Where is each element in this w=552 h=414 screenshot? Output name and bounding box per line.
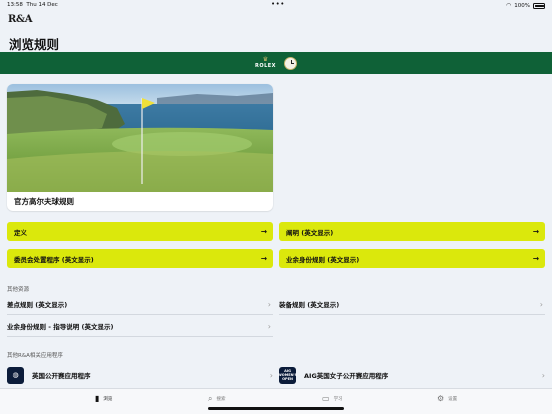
arrow-right-icon: → <box>532 254 539 263</box>
clarifications-button[interactable]: 阐明 (英文显示) → <box>279 222 545 241</box>
page-title: 浏览规则 <box>9 37 60 52</box>
tab-label: 设置 <box>448 396 458 402</box>
ra-logo: R&A <box>8 14 33 25</box>
search-icon: ⌕ <box>208 394 213 403</box>
gear-icon: ⚙ <box>437 394 445 403</box>
clock-icon <box>284 56 298 70</box>
list-item-label: 业余身份规则 - 指导说明 (英文显示) <box>7 323 114 331</box>
other-resources-heading: 其他资源 <box>7 287 30 293</box>
hero-caption: 官方高尔夫球规则 <box>14 197 74 206</box>
amateur-status-button[interactable]: 业余身份规则 (英文显示) → <box>279 249 545 268</box>
status-bar: 13:58 Thu 14 Dec ••• ◠ 100% <box>0 0 552 11</box>
golf-course-image <box>7 84 273 192</box>
tab-settings[interactable]: ⚙ 设置 <box>437 394 457 403</box>
committee-procedures-button[interactable]: 委员会处置程序 (英文显示) → <box>7 249 273 268</box>
chevron-right-icon: › <box>267 321 271 331</box>
chevron-right-icon: › <box>541 370 545 380</box>
tab-label: 搜索 <box>216 397 226 402</box>
home-indicator[interactable] <box>208 407 344 410</box>
tab-bar: ▮ 浏览 ⌕ 搜索 ▭ 学习 ⚙ 设置 <box>0 388 552 414</box>
divider <box>7 336 273 337</box>
chevron-right-icon: › <box>539 299 543 309</box>
committee-procedures-label: 委员会处置程序 (英文显示) <box>14 255 94 264</box>
divider <box>7 314 273 315</box>
arrow-right-icon: → <box>532 227 539 236</box>
amateur-status-label: 业余身份规则 (英文显示) <box>286 255 360 264</box>
multitasking-dots[interactable]: ••• <box>271 0 285 8</box>
list-item-label: 差点规则 (英文显示) <box>7 301 68 309</box>
divider <box>279 314 545 315</box>
rules-of-golf-card[interactable]: 官方高尔夫球规则 <box>7 84 273 211</box>
battery-percent: 100% <box>514 2 530 9</box>
tab-learn[interactable]: ▭ 学习 <box>322 394 343 403</box>
list-item-label: 装备规则 (英文显示) <box>279 301 340 309</box>
open-championship-icon: ◍ <box>7 366 24 384</box>
open-championship-app-link[interactable]: ◍ 英国公开赛应用程序 › <box>7 366 273 384</box>
amateur-guidance-link[interactable]: 业余身份规则 - 指导说明 (英文显示) › <box>7 317 273 335</box>
app-label: 英国公开赛应用程序 <box>32 372 91 380</box>
app-label: AIG英国女子公开赛应用程序 <box>304 372 389 380</box>
arrow-right-icon: → <box>260 254 267 263</box>
handicap-rules-link[interactable]: 差点规则 (英文显示) › <box>7 295 273 313</box>
aig-womens-open-icon: AIG WOMEN'S OPEN <box>278 366 297 384</box>
tab-label: 浏览 <box>103 396 113 402</box>
wifi-icon: ◠ <box>506 2 512 9</box>
status-right: ◠ 100% <box>506 2 545 9</box>
definitions-label: 定义 <box>14 228 27 237</box>
rolex-banner[interactable]: ♛ ROLEX <box>0 52 552 74</box>
arrow-right-icon: → <box>260 227 267 236</box>
tab-browse[interactable]: ▮ 浏览 <box>95 394 112 403</box>
chevron-right-icon: › <box>269 370 273 380</box>
aig-womens-open-app-link[interactable]: AIG WOMEN'S OPEN AIG英国女子公开赛应用程序 › <box>278 366 545 384</box>
chevron-right-icon: › <box>267 299 271 309</box>
equipment-rules-link[interactable]: 装备规则 (英文显示) › <box>279 295 545 313</box>
battery-icon <box>533 2 545 9</box>
book-icon: ▮ <box>95 394 100 403</box>
definitions-button[interactable]: 定义 → <box>7 222 273 241</box>
rolex-brand: ROLEX <box>254 63 277 69</box>
rolex-logo: ♛ ROLEX <box>254 57 277 70</box>
tab-search[interactable]: ⌕ 搜索 <box>208 394 225 404</box>
tab-label: 学习 <box>333 396 343 402</box>
other-apps-heading: 其他R&A相关应用程序 <box>7 353 63 359</box>
video-icon: ▭ <box>322 394 330 403</box>
status-time: 13:58 Thu 14 Dec <box>7 2 58 8</box>
clarifications-label: 阐明 (英文显示) <box>286 228 334 237</box>
